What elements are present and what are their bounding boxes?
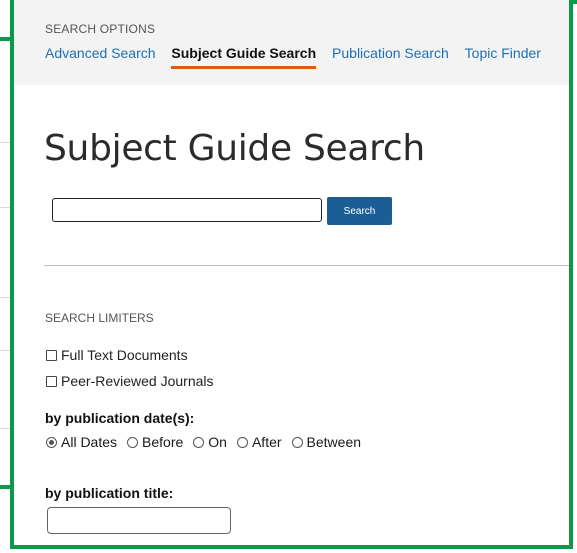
search-options-label: SEARCH OPTIONS	[45, 22, 156, 36]
all-dates-radio[interactable]: All Dates	[46, 434, 117, 450]
radio-icon	[291, 436, 303, 448]
between-label: Between	[306, 434, 362, 450]
peer-reviewed-checkbox[interactable]	[46, 375, 57, 387]
publication-date-heading: by publication date(s):	[45, 410, 195, 426]
full-text-label: Full Text Documents	[61, 347, 188, 363]
all-dates-label: All Dates	[61, 434, 118, 450]
before-label: Before	[142, 434, 184, 450]
before-radio[interactable]: Before	[127, 434, 183, 450]
peer-reviewed-label: Peer-Reviewed Journals	[61, 373, 214, 389]
section-divider	[44, 265, 569, 266]
search-limiters-label: SEARCH LIMITERS	[45, 311, 154, 325]
search-options-bar: SEARCH OPTIONS Advanced Search Subject G…	[14, 0, 569, 85]
search-button[interactable]: Search	[327, 197, 392, 225]
publication-title-input[interactable]	[47, 507, 231, 534]
advanced-search-link[interactable]: Advanced Search	[45, 45, 156, 61]
highlight-frame: SEARCH OPTIONS Advanced Search Subject G…	[10, 0, 573, 549]
radio-selected-icon	[46, 436, 57, 448]
search-options-links: Advanced Search Subject Guide Search Pub…	[45, 45, 553, 69]
full-text-checkbox[interactable]	[46, 349, 57, 361]
between-radio[interactable]: Between	[291, 434, 362, 450]
peer-reviewed-checkbox-row[interactable]: Peer-Reviewed Journals	[46, 373, 214, 389]
subject-guide-search-link[interactable]: Subject Guide Search	[171, 45, 316, 69]
after-radio[interactable]: After	[236, 434, 282, 450]
publication-search-link[interactable]: Publication Search	[332, 45, 449, 61]
full-text-checkbox-row[interactable]: Full Text Documents	[46, 347, 188, 363]
publication-title-heading: by publication title:	[45, 485, 174, 501]
radio-icon	[127, 436, 139, 448]
publication-date-options: All Dates Before On After Between	[46, 434, 371, 450]
on-radio[interactable]: On	[193, 434, 227, 450]
after-label: After	[251, 434, 282, 450]
on-label: On	[208, 434, 227, 450]
topic-finder-link[interactable]: Topic Finder	[465, 45, 541, 61]
radio-icon	[236, 436, 248, 448]
page-title: Subject Guide Search	[44, 128, 425, 169]
radio-icon	[193, 436, 205, 448]
subject-search-input[interactable]	[52, 198, 322, 222]
